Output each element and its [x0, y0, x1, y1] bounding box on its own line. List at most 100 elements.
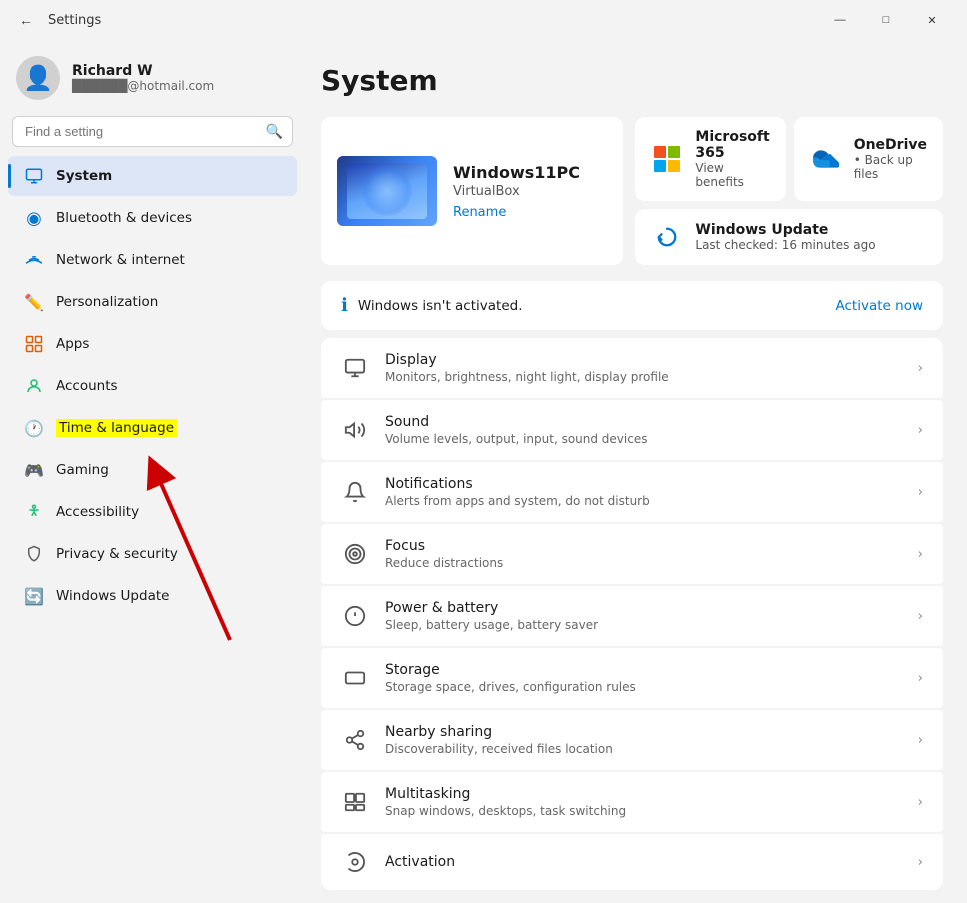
settings-list: Display Monitors, brightness, night ligh… [321, 338, 943, 890]
settings-item-activation[interactable]: Activation › [321, 834, 943, 890]
sidebar-item-label: Network & internet [56, 252, 185, 268]
focus-sub: Reduce distractions [385, 556, 902, 570]
multitasking-sub: Snap windows, desktops, task switching [385, 804, 902, 818]
search-input[interactable] [12, 116, 293, 147]
sidebar-item-label: Time & language [56, 419, 177, 437]
sidebar-item-windows-update[interactable]: 🔄 Windows Update [8, 576, 297, 616]
window-controls: — □ ✕ [817, 4, 955, 36]
settings-item-power-battery[interactable]: Power & battery Sleep, battery usage, ba… [321, 586, 943, 646]
focus-title: Focus [385, 538, 902, 554]
sidebar-item-accessibility[interactable]: Accessibility [8, 492, 297, 532]
storage-title: Storage [385, 662, 902, 678]
activation-banner: ℹ Windows isn't activated. Activate now [321, 281, 943, 330]
settings-item-display[interactable]: Display Monitors, brightness, night ligh… [321, 338, 943, 398]
sidebar-item-label: Apps [56, 336, 89, 352]
privacy-security-icon [24, 544, 44, 564]
chevron-right-icon: › [918, 671, 923, 686]
user-email: ██████@hotmail.com [72, 79, 214, 93]
pc-name: Windows11PC [453, 163, 580, 182]
nearby-sharing-icon [341, 726, 369, 754]
activation-text: Activation [385, 854, 902, 870]
time-language-icon: 🕐 [24, 418, 44, 438]
notifications-title: Notifications [385, 476, 902, 492]
onedrive-sub: • Back up files [854, 153, 927, 181]
onedrive-card[interactable]: OneDrive • Back up files [794, 117, 943, 201]
apps-icon [24, 334, 44, 354]
display-icon [341, 354, 369, 382]
windows-update-name: Windows Update [695, 222, 875, 238]
focus-text: Focus Reduce distractions [385, 538, 902, 570]
sound-sub: Volume levels, output, input, sound devi… [385, 432, 902, 446]
user-name: Richard W [72, 63, 214, 79]
close-button[interactable]: ✕ [909, 4, 955, 36]
microsoft365-details: Microsoft 365 View benefits [695, 129, 769, 189]
settings-item-sound[interactable]: Sound Volume levels, output, input, soun… [321, 400, 943, 460]
multitasking-icon [341, 788, 369, 816]
power-battery-title: Power & battery [385, 600, 902, 616]
sidebar-item-network[interactable]: Network & internet [8, 240, 297, 280]
display-title: Display [385, 352, 902, 368]
activation-title: Activation [385, 854, 902, 870]
settings-item-notifications[interactable]: Notifications Alerts from apps and syste… [321, 462, 943, 522]
windows-update-card[interactable]: Windows Update Last checked: 16 minutes … [635, 209, 943, 265]
power-battery-icon [341, 602, 369, 630]
user-section[interactable]: 👤 Richard W ██████@hotmail.com [0, 40, 305, 116]
microsoft365-sub: View benefits [695, 161, 769, 189]
sidebar-item-gaming[interactable]: 🎮 Gaming [8, 450, 297, 490]
power-battery-sub: Sleep, battery usage, battery saver [385, 618, 902, 632]
banner-text: Windows isn't activated. [358, 298, 826, 314]
top-cards: Windows11PC VirtualBox Rename [321, 117, 943, 265]
maximize-button[interactable]: □ [863, 4, 909, 36]
sidebar-item-label: Windows Update [56, 588, 169, 604]
network-icon [24, 250, 44, 270]
sound-icon [341, 416, 369, 444]
activate-link[interactable]: Activate now [836, 298, 923, 314]
content-area: System Windows11PC VirtualBox Rename [305, 40, 967, 903]
minimize-button[interactable]: — [817, 4, 863, 36]
power-battery-text: Power & battery Sleep, battery usage, ba… [385, 600, 902, 632]
windows-update-sub: Last checked: 16 minutes ago [695, 238, 875, 252]
pc-details: Windows11PC VirtualBox Rename [453, 163, 580, 220]
personalization-icon: ✏️ [24, 292, 44, 312]
microsoft365-card[interactable]: Microsoft 365 View benefits [635, 117, 785, 201]
nearby-sharing-sub: Discoverability, received files location [385, 742, 902, 756]
accessibility-icon [24, 502, 44, 522]
onedrive-icon [810, 143, 842, 175]
nearby-sharing-text: Nearby sharing Discoverability, received… [385, 724, 902, 756]
storage-icon [341, 664, 369, 692]
windows-update-card-icon [651, 221, 683, 253]
sidebar-item-time-language[interactable]: 🕐 Time & language [8, 408, 297, 448]
settings-item-focus[interactable]: Focus Reduce distractions › [321, 524, 943, 584]
user-info: Richard W ██████@hotmail.com [72, 63, 214, 93]
rename-link[interactable]: Rename [453, 205, 580, 220]
settings-item-multitasking[interactable]: Multitasking Snap windows, desktops, tas… [321, 772, 943, 832]
onedrive-details: OneDrive • Back up files [854, 137, 927, 181]
microsoft365-name: Microsoft 365 [695, 129, 769, 161]
sidebar-item-label: Personalization [56, 294, 158, 310]
bluetooth-icon: ◉ [24, 208, 44, 228]
sidebar-item-accounts[interactable]: Accounts [8, 366, 297, 406]
sidebar-item-label: Bluetooth & devices [56, 210, 192, 226]
right-cards: Microsoft 365 View benefits [635, 117, 943, 265]
pc-card: Windows11PC VirtualBox Rename [321, 117, 623, 265]
onedrive-name: OneDrive [854, 137, 927, 153]
chevron-right-icon: › [918, 361, 923, 376]
notifications-icon [341, 478, 369, 506]
sidebar-item-privacy-security[interactable]: Privacy & security [8, 534, 297, 574]
notifications-sub: Alerts from apps and system, do not dist… [385, 494, 902, 508]
windows-update-sidebar-icon: 🔄 [24, 586, 44, 606]
page-title: System [321, 64, 943, 97]
settings-item-nearby-sharing[interactable]: Nearby sharing Discoverability, received… [321, 710, 943, 770]
sidebar-item-system[interactable]: System [8, 156, 297, 196]
chevron-right-icon: › [918, 485, 923, 500]
accounts-icon [24, 376, 44, 396]
sidebar-item-personalization[interactable]: ✏️ Personalization [8, 282, 297, 322]
back-button[interactable]: ← [12, 6, 40, 34]
chevron-right-icon: › [918, 609, 923, 624]
pc-thumbnail-glow [362, 166, 412, 216]
display-sub: Monitors, brightness, night light, displ… [385, 370, 902, 384]
sidebar-item-bluetooth[interactable]: ◉ Bluetooth & devices [8, 198, 297, 238]
settings-item-storage[interactable]: Storage Storage space, drives, configura… [321, 648, 943, 708]
sidebar-item-apps[interactable]: Apps [8, 324, 297, 364]
multitasking-text: Multitasking Snap windows, desktops, tas… [385, 786, 902, 818]
